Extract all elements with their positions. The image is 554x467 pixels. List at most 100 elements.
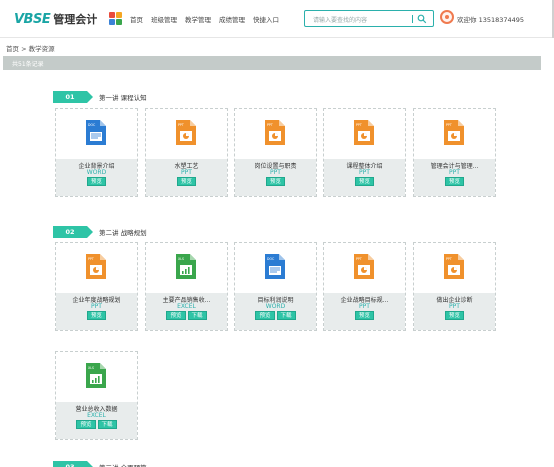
- card-thumbnail[interactable]: PPT: [324, 109, 405, 159]
- welcome-text[interactable]: 欢迎你 13518374495: [457, 14, 524, 24]
- preview-button[interactable]: 预览: [354, 177, 374, 186]
- svg-text:PPT: PPT: [446, 123, 452, 127]
- card-thumbnail[interactable]: PPT: [235, 109, 316, 159]
- section-number: 01: [53, 90, 93, 103]
- preview-button[interactable]: 预览: [444, 311, 464, 320]
- ppt-file-icon: PPT: [265, 120, 285, 145]
- svg-text:XLS: XLS: [88, 366, 94, 370]
- resource-list: 01 第一讲 课程认知 DOC 企业背景介绍 WORD 预览 PPT 水塑工艺 PPT 预览 PPT…: [0, 70, 541, 467]
- resource-card[interactable]: PPT 课程整体介绍 PPT 预览: [323, 108, 406, 197]
- section-title: 第一讲 课程认知: [99, 93, 147, 102]
- nav-quick-entry[interactable]: 快捷入口: [253, 14, 279, 24]
- word-file-icon: DOC: [86, 120, 106, 145]
- card-file-type: WORD: [265, 303, 286, 310]
- card-thumbnail[interactable]: PPT: [56, 243, 137, 293]
- excel-file-icon: XLS: [86, 363, 106, 388]
- preview-button[interactable]: 预览: [176, 177, 196, 186]
- card-file-type: EXCEL: [177, 303, 196, 310]
- svg-text:PPT: PPT: [356, 123, 362, 127]
- card-file-type: WORD: [86, 169, 107, 176]
- app-grid-icon[interactable]: [109, 12, 122, 25]
- card-actions: 预览: [414, 177, 495, 186]
- search-icon[interactable]: [417, 14, 427, 24]
- preview-button[interactable]: 预览: [76, 420, 96, 429]
- card-actions: 预览: [235, 177, 316, 186]
- preview-button[interactable]: 预览: [86, 177, 106, 186]
- download-button[interactable]: 下载: [276, 311, 296, 320]
- section-header: 01 第一讲 课程认知: [53, 90, 147, 103]
- resource-card[interactable]: PPT 企业战略目标规... PPT 预览: [323, 242, 406, 331]
- card-file-type: PPT: [270, 169, 281, 176]
- preview-button[interactable]: 预览: [166, 311, 186, 320]
- card-thumbnail[interactable]: DOC: [235, 243, 316, 293]
- resource-card[interactable]: PPT 岗位设置与职责 PPT 预览: [234, 108, 317, 197]
- ppt-file-icon: PPT: [86, 254, 106, 279]
- logo-brand: VBSE: [14, 11, 51, 27]
- card-thumbnail[interactable]: XLS: [56, 352, 137, 402]
- word-file-icon: DOC: [265, 254, 285, 279]
- card-info: 营业总收入数据 EXCEL 预览 下载: [56, 402, 137, 439]
- nav-grade-management[interactable]: 成绩管理: [219, 14, 245, 24]
- resource-card[interactable]: PPT 管理会计与管理... PPT 预览: [413, 108, 496, 197]
- preview-button[interactable]: 预览: [265, 177, 285, 186]
- card-info: 岗位设置与职责 PPT 预览: [235, 159, 316, 196]
- download-button[interactable]: 下载: [187, 311, 207, 320]
- section-header: 02 第二讲 战略规划: [53, 225, 147, 238]
- card-thumbnail[interactable]: PPT: [146, 109, 227, 159]
- resource-card[interactable]: PPT 企业年度战略规划 PPT 预览: [55, 242, 138, 331]
- card-file-type: PPT: [181, 169, 192, 176]
- resource-card[interactable]: DOC 企业背景介绍 WORD 预览: [55, 108, 138, 197]
- card-actions: 预览: [414, 311, 495, 320]
- user-avatar-icon[interactable]: [440, 10, 454, 24]
- section-number: 02: [53, 225, 93, 238]
- preview-button[interactable]: 预览: [354, 311, 374, 320]
- card-info: 企业年度战略规划 PPT 预览: [56, 293, 137, 330]
- breadcrumb: 首页 > 教学资源: [6, 45, 55, 53]
- preview-button[interactable]: 预览: [255, 311, 275, 320]
- search-input[interactable]: 请输入要查找的内容: [313, 15, 367, 24]
- ppt-file-icon: PPT: [354, 254, 374, 279]
- section-header: 03 第三讲 全面预算: [53, 460, 147, 467]
- card-info: 主要产品销售收... EXCEL 预览 下载: [146, 293, 227, 330]
- card-actions: 预览: [324, 311, 405, 320]
- card-thumbnail[interactable]: DOC: [56, 109, 137, 159]
- card-info: 课程整体介绍 PPT 预览: [324, 159, 405, 196]
- svg-text:PPT: PPT: [446, 257, 452, 261]
- card-file-type: PPT: [449, 169, 460, 176]
- resource-card[interactable]: XLS 营业总收入数据 EXCEL 预览 下载: [55, 351, 138, 440]
- card-file-type: EXCEL: [87, 412, 106, 419]
- card-info: 企业背景介绍 WORD 预览: [56, 159, 137, 196]
- card-thumbnail[interactable]: PPT: [414, 243, 495, 293]
- top-header: VBSE 管理会计 首页 班级管理 教学管理 成绩管理 快捷入口 请输入要查找的…: [0, 0, 554, 38]
- card-file-type: PPT: [449, 303, 460, 310]
- section-title: 第二讲 战略规划: [99, 228, 147, 237]
- nav-teaching-management[interactable]: 教学管理: [185, 14, 211, 24]
- download-button[interactable]: 下载: [97, 420, 117, 429]
- resource-card[interactable]: XLS 主要产品销售收... EXCEL 预览 下载: [145, 242, 228, 331]
- svg-text:PPT: PPT: [356, 257, 362, 261]
- card-actions: 预览: [56, 311, 137, 320]
- resource-card[interactable]: DOC 目标利润说明 WORD 预览 下载: [234, 242, 317, 331]
- resource-card[interactable]: PPT 做出企业诊断 PPT 预览: [413, 242, 496, 331]
- card-actions: 预览 下载: [146, 311, 227, 320]
- nav-home[interactable]: 首页: [130, 14, 143, 24]
- svg-text:PPT: PPT: [88, 257, 94, 261]
- card-info: 企业战略目标规... PPT 预览: [324, 293, 405, 330]
- section-title: 第三讲 全面预算: [99, 462, 147, 467]
- card-thumbnail[interactable]: PPT: [324, 243, 405, 293]
- card-thumbnail[interactable]: PPT: [414, 109, 495, 159]
- preview-button[interactable]: 预览: [444, 177, 464, 186]
- logo[interactable]: VBSE 管理会计: [14, 11, 97, 27]
- logo-subtitle: 管理会计: [53, 13, 98, 26]
- excel-file-icon: XLS: [176, 254, 196, 279]
- section-number: 03: [53, 460, 93, 467]
- svg-text:DOC: DOC: [88, 123, 96, 127]
- search-box[interactable]: 请输入要查找的内容: [304, 10, 434, 27]
- resource-card[interactable]: PPT 水塑工艺 PPT 预览: [145, 108, 228, 197]
- nav-class-management[interactable]: 班级管理: [151, 14, 177, 24]
- card-info: 做出企业诊断 PPT 预览: [414, 293, 495, 330]
- search-divider: [412, 15, 413, 23]
- preview-button[interactable]: 预览: [86, 311, 106, 320]
- card-file-type: PPT: [359, 303, 370, 310]
- card-thumbnail[interactable]: XLS: [146, 243, 227, 293]
